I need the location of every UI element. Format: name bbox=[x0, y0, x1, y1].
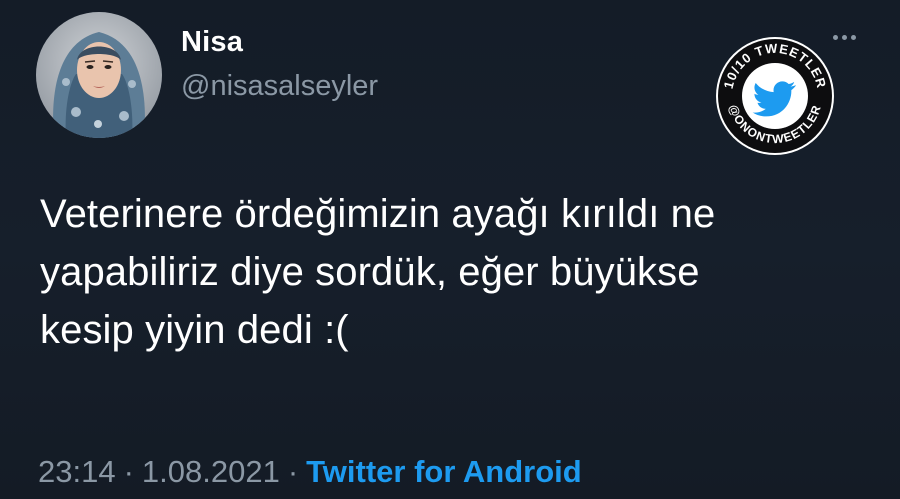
tweet-text-line: yapabiliriz diye sordük, eğer büyükse bbox=[40, 250, 700, 294]
meta-separator: · bbox=[123, 454, 134, 489]
tweet-text-line: kesip yiyin dedi :( bbox=[40, 308, 349, 352]
onon-tweetler-badge: 10/10 TWEETLER @ONONTWEETLER bbox=[714, 35, 836, 157]
tweet-text-line: Veterinere ördeğimizin ayağı kırıldı ne bbox=[40, 192, 716, 236]
tweet-source-link[interactable]: Twitter for Android bbox=[306, 454, 582, 489]
tweet-meta: 23:14 · 1.08.2021 · Twitter for Android bbox=[38, 452, 582, 492]
tweet-author: Nisa @nisasalseyler bbox=[181, 24, 378, 106]
avatar[interactable] bbox=[36, 12, 162, 138]
more-horizontal-icon[interactable] bbox=[833, 30, 863, 44]
profile-photo-icon bbox=[36, 12, 162, 138]
meta-separator: · bbox=[287, 454, 299, 489]
author-display-name[interactable]: Nisa bbox=[181, 24, 378, 60]
tweet-date[interactable]: 1.08.2021 bbox=[142, 454, 280, 489]
author-handle[interactable]: @nisasalseyler bbox=[181, 66, 378, 106]
tweet-card: Nisa @nisasalseyler 10/10 TWEETLER @ONON… bbox=[0, 0, 900, 499]
tweet-time[interactable]: 23:14 bbox=[38, 454, 116, 489]
tweet-text: Veterinere ördeğimizin ayağı kırıldı ne … bbox=[40, 185, 870, 359]
